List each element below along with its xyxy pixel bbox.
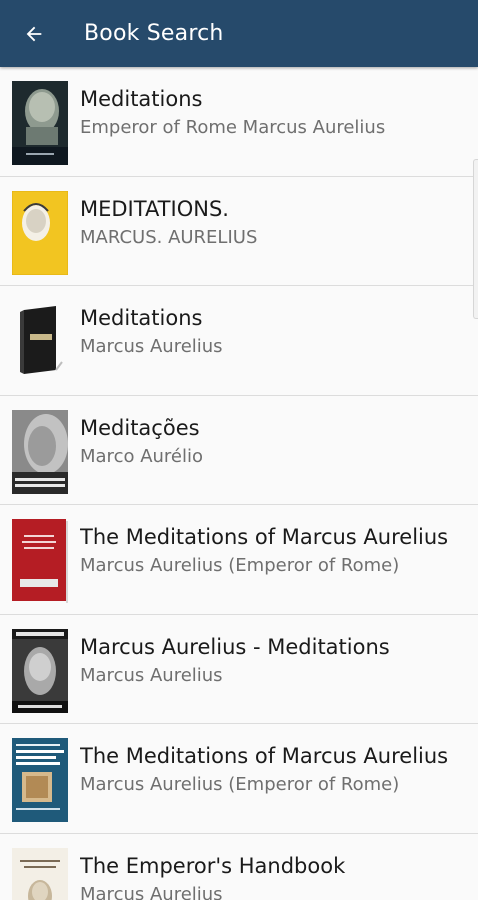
list-item[interactable]: The Meditations of Marcus Aurelius Marcu… [0,724,478,834]
search-results-list: Meditations Emperor of Rome Marcus Aurel… [0,67,478,900]
book-title: MEDITATIONS. [80,196,229,221]
list-item[interactable]: Meditations Marcus Aurelius [0,286,478,396]
book-cover [12,81,68,165]
book-cover [12,738,68,822]
list-item[interactable]: Meditations Emperor of Rome Marcus Aurel… [0,67,478,177]
page-title: Book Search [84,21,224,46]
book-title: The Meditations of Marcus Aurelius [80,744,449,768]
book-author: Marco Aurélio [80,445,204,467]
book-author: Marcus Aurelius (Emperor of Rome) [80,774,400,795]
book-author: Marcus Aurelius [80,336,223,357]
book-cover [12,847,68,900]
book-title: Meditations [80,87,203,111]
app-bar: Book Search [0,0,478,67]
scrollbar[interactable] [473,159,478,319]
list-item[interactable]: Meditações Marco Aurélio [0,395,478,505]
book-author: Marcus Aurelius [80,664,223,686]
book-cover [12,519,68,603]
book-title: The Emperor's Handbook [80,853,346,878]
arrow-left-icon [26,26,42,42]
book-author: Marcus Aurelius (Emperor of Rome) [80,555,400,576]
list-item[interactable]: The Emperor's Handbook Marcus Aurelius [0,833,478,900]
book-cover [12,409,68,494]
book-author: Emperor of Rome Marcus Aurelius [80,117,386,138]
book-title: The Meditations of Marcus Aurelius [80,525,449,549]
list-item[interactable]: Marcus Aurelius - Meditations Marcus Aur… [0,614,478,724]
book-author: MARCUS. AURELIUS [80,226,258,248]
list-item[interactable]: The Meditations of Marcus Aurelius Marcu… [0,505,478,615]
book-author: Marcus Aurelius [80,883,223,900]
list-item[interactable]: MEDITATIONS. MARCUS. AURELIUS [0,176,478,286]
book-cover [12,300,68,384]
book-title: Marcus Aurelius - Meditations [80,634,390,659]
back-button[interactable] [14,14,54,54]
book-title: Meditações [80,415,200,440]
book-cover [12,628,68,713]
book-cover [12,190,68,275]
book-title: Meditations [80,306,203,330]
